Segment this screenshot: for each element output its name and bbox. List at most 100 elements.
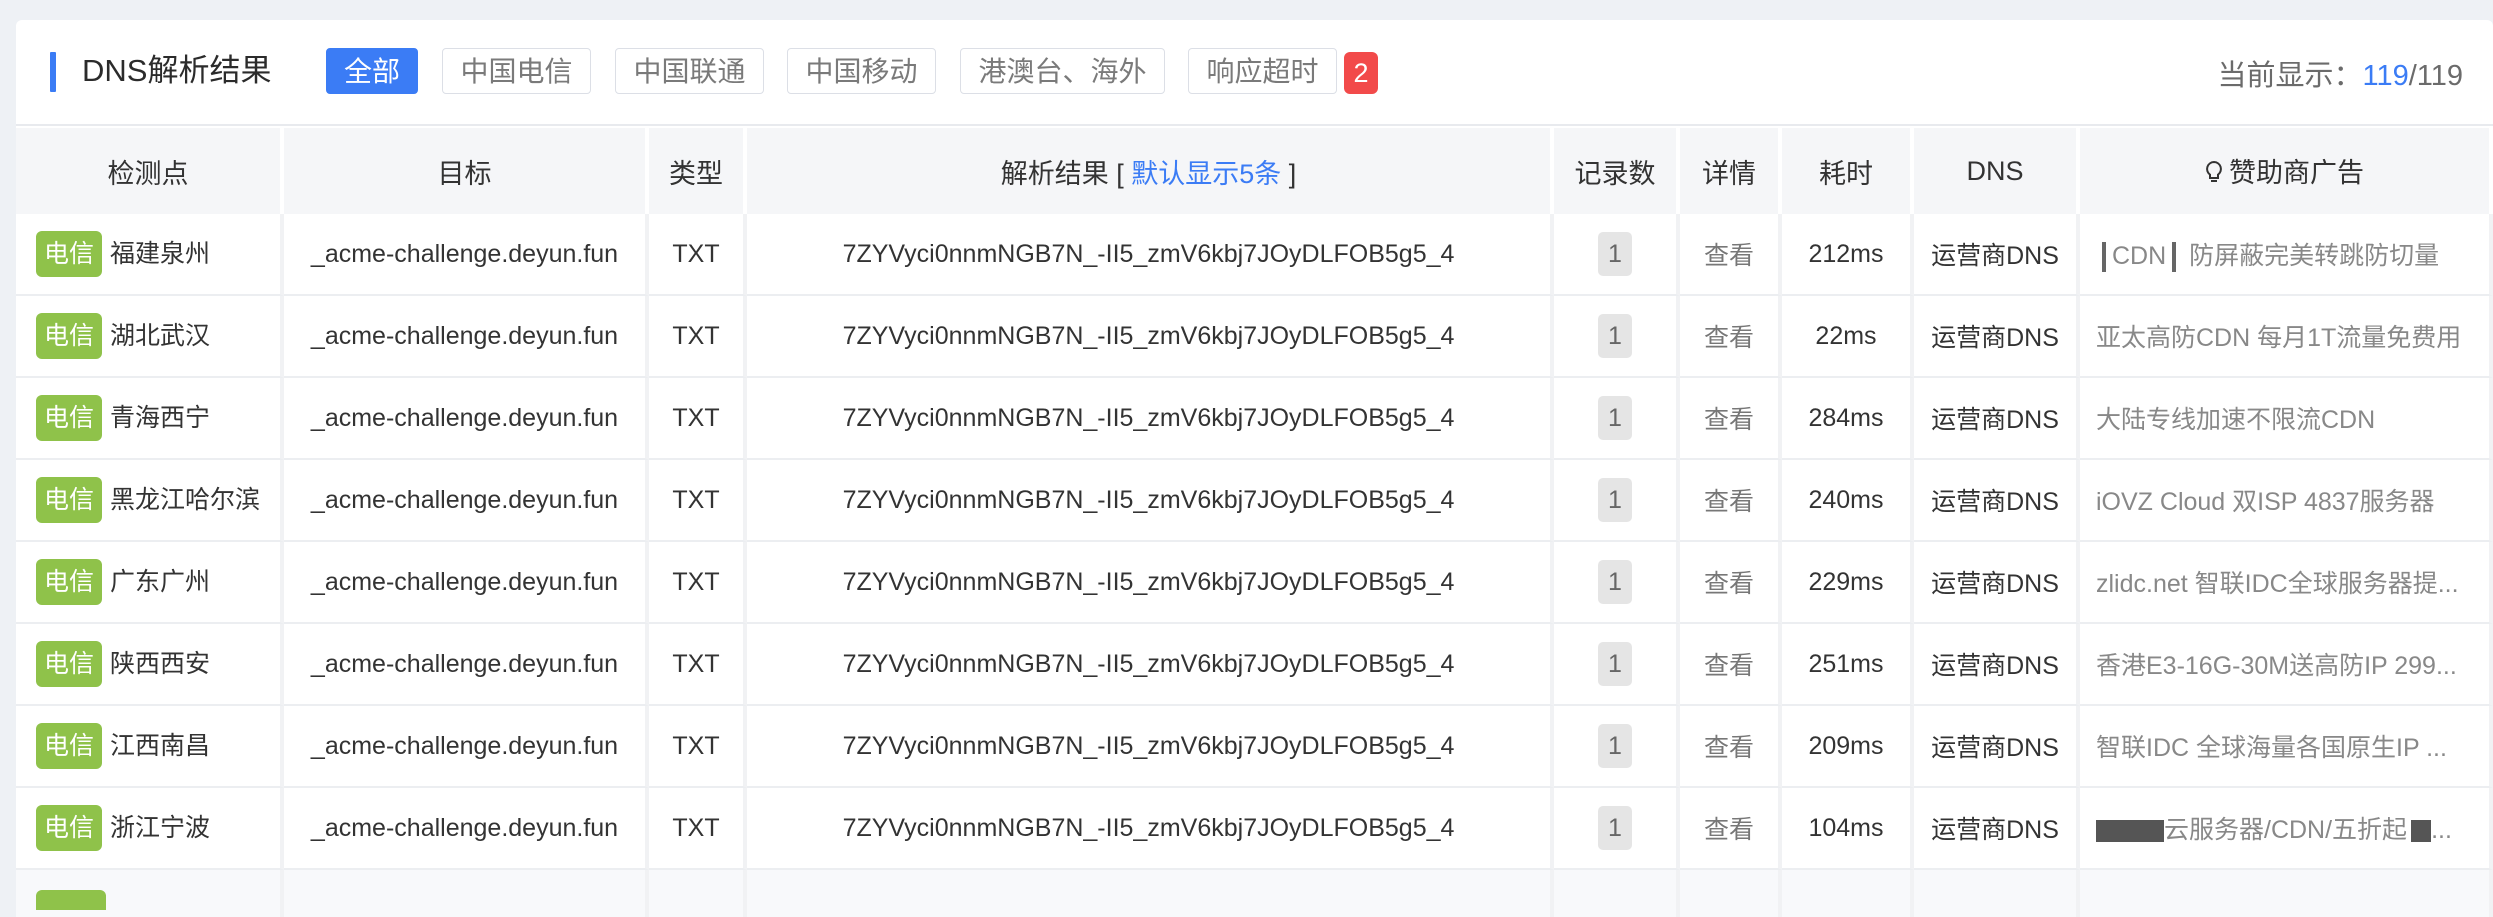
ad-text: 云服务器/CDN/五折起 (2164, 816, 2408, 844)
isp-badge (36, 890, 106, 910)
isp-badge: 电信 (36, 805, 103, 851)
detail-cell: 查看 (1680, 378, 1782, 460)
location-cell: 电信 江西南昌 (16, 706, 284, 788)
ad-text-suffix: 防屏蔽完美转跳防切量 (2189, 241, 2440, 270)
location-cell (16, 870, 284, 917)
records-cell: 1 (1554, 214, 1680, 296)
col-ad-label: 赞助商广告 (2229, 158, 2364, 189)
target-cell: _acme-challenge.deyun.fun (284, 624, 649, 706)
detail-cell: 查看 (1680, 296, 1782, 378)
ad-text: CDN (2112, 241, 2167, 270)
dns-result-panel: DNS解析结果 全部 中国电信 中国联通 中国移动 港澳台、海外 响应超时 2 … (16, 20, 2493, 917)
dns-cell: 运营商DNS (1914, 624, 2080, 706)
table-row: 电信 浙江宁波 _acme-challenge.deyun.fun TXT 7ZY… (16, 788, 2493, 870)
view-detail-link[interactable]: 查看 (1704, 570, 1754, 598)
target-cell: _acme-challenge.deyun.fun (284, 706, 649, 788)
isp-badge: 电信 (36, 559, 103, 605)
col-target: 目标 (284, 128, 649, 214)
result-cell: 7ZYVyci0nnmNGB7N_-II5_zmV6kbj7JOyDLFOB5g… (747, 542, 1554, 624)
view-detail-link[interactable]: 查看 (1704, 242, 1754, 270)
ad-link[interactable]: 香港E3-16G-30M送高防IP 299... (2080, 624, 2493, 706)
records-count: 1 (1598, 396, 1632, 440)
isp-badge: 电信 (36, 313, 103, 359)
table-row-partial (16, 870, 2493, 917)
isp-badge: 电信 (36, 231, 103, 277)
records-cell: 1 (1554, 460, 1680, 542)
view-detail-link[interactable]: 查看 (1704, 816, 1754, 844)
time-cell: 284ms (1782, 378, 1914, 460)
ad-link[interactable]: 智联IDC 全球海量各国原生IP ... (2080, 706, 2493, 788)
records-count: 1 (1598, 560, 1632, 604)
location-cell: 电信 广东广州 (16, 542, 284, 624)
filter-all[interactable]: 全部 (326, 48, 418, 94)
location-cell: 电信 青海西宁 (16, 378, 284, 460)
dns-cell: 运营商DNS (1914, 378, 2080, 460)
current-total-count: /119 (2408, 60, 2463, 92)
filter-overseas[interactable]: 港澳台、海外 (960, 48, 1165, 94)
isp-badge: 电信 (36, 395, 103, 441)
location-name: 浙江宁波 (110, 814, 211, 842)
records-cell: 1 (1554, 296, 1680, 378)
current-shown-count: 119 (2362, 60, 2409, 92)
ad-redacted-icon (2096, 820, 2164, 843)
location-cell: 电信 黑龙江哈尔滨 (16, 460, 284, 542)
type-cell: TXT (649, 378, 747, 460)
view-detail-link[interactable]: 查看 (1704, 488, 1754, 516)
ad-mark-icon (2102, 242, 2106, 273)
table-row: 电信 福建泉州 _acme-challenge.deyun.fun TXT 7ZY… (16, 214, 2493, 296)
view-detail-link[interactable]: 查看 (1704, 324, 1754, 352)
detail-cell: 查看 (1680, 460, 1782, 542)
ad-link[interactable]: CDN 防屏蔽完美转跳防切量 (2080, 214, 2493, 296)
dns-cell: 运营商DNS (1914, 214, 2080, 296)
timeout-count-badge: 2 (1344, 52, 1378, 94)
col-dns: DNS (1914, 128, 2080, 214)
title-accent-bar (50, 52, 56, 92)
dns-cell: 运营商DNS (1914, 460, 2080, 542)
result-cell: 7ZYVyci0nnmNGB7N_-II5_zmV6kbj7JOyDLFOB5g… (747, 706, 1554, 788)
detail-cell: 查看 (1680, 214, 1782, 296)
ad-link[interactable]: 亚太高防CDN 每月1T流量免费用 (2080, 296, 2493, 378)
col-type: 类型 (649, 128, 747, 214)
time-cell: 22ms (1782, 296, 1914, 378)
time-cell: 240ms (1782, 460, 1914, 542)
time-cell: 212ms (1782, 214, 1914, 296)
type-cell: TXT (649, 296, 747, 378)
result-cell: 7ZYVyci0nnmNGB7N_-II5_zmV6kbj7JOyDLFOB5g… (747, 624, 1554, 706)
col-time: 耗时 (1782, 128, 1914, 214)
isp-badge: 电信 (36, 641, 103, 687)
location-name: 福建泉州 (110, 240, 211, 268)
result-cell: 7ZYVyci0nnmNGB7N_-II5_zmV6kbj7JOyDLFOB5g… (747, 378, 1554, 460)
records-count: 1 (1598, 478, 1632, 522)
detail-cell: 查看 (1680, 624, 1782, 706)
isp-badge: 电信 (36, 477, 103, 523)
filter-unicom[interactable]: 中国联通 (615, 48, 764, 94)
time-cell: 209ms (1782, 706, 1914, 788)
ad-link[interactable]: 云服务器/CDN/五折起... (2080, 788, 2493, 870)
filter-mobile[interactable]: 中国移动 (787, 48, 936, 94)
col-location: 检测点 (16, 128, 284, 214)
location-cell: 电信 浙江宁波 (16, 788, 284, 870)
location-name: 湖北武汉 (110, 322, 211, 350)
ad-link[interactable]: 大陆专线加速不限流CDN (2080, 378, 2493, 460)
time-cell: 104ms (1782, 788, 1914, 870)
view-detail-link[interactable]: 查看 (1704, 652, 1754, 680)
isp-badge: 电信 (36, 723, 103, 769)
filter-telecom[interactable]: 中国电信 (442, 48, 591, 94)
records-cell: 1 (1554, 788, 1680, 870)
target-cell: _acme-challenge.deyun.fun (284, 378, 649, 460)
ad-link[interactable]: iOVZ Cloud 双ISP 4837服务器 (2080, 460, 2493, 542)
result-cell: 7ZYVyci0nnmNGB7N_-II5_zmV6kbj7JOyDLFOB5g… (747, 460, 1554, 542)
table-row: 电信 黑龙江哈尔滨 _acme-challenge.deyun.fun TXT 7… (16, 460, 2493, 542)
table-header-row: 检测点 目标 类型 解析结果 [ 默认显示5条 ] 记录数 详情 耗时 DNS … (16, 128, 2493, 214)
type-cell: TXT (649, 706, 747, 788)
col-result-hint[interactable]: 默认显示5条 (1131, 159, 1281, 189)
filter-timeout[interactable]: 响应超时 (1188, 48, 1337, 94)
ad-link[interactable]: zlidc.net 智联IDC全球服务器提... (2080, 542, 2493, 624)
location-name: 黑龙江哈尔滨 (110, 486, 261, 514)
view-detail-link[interactable]: 查看 (1704, 406, 1754, 434)
page-title: DNS解析结果 (82, 53, 272, 88)
view-detail-link[interactable]: 查看 (1704, 734, 1754, 762)
result-cell: 7ZYVyci0nnmNGB7N_-II5_zmV6kbj7JOyDLFOB5g… (747, 214, 1554, 296)
time-cell: 251ms (1782, 624, 1914, 706)
type-cell: TXT (649, 460, 747, 542)
